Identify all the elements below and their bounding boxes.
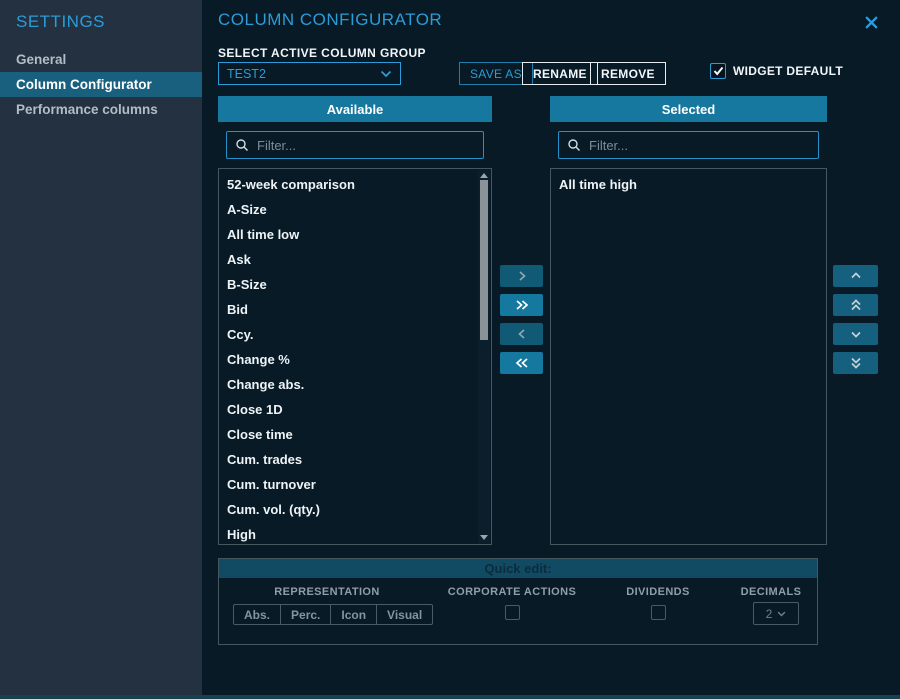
widget-default-group: WIDGET DEFAULT [710,63,843,79]
selected-filter [558,131,819,159]
selected-list: All time high [550,168,827,545]
move-down-button[interactable] [833,323,878,345]
available-list-item[interactable]: Cum. vol. (qty.) [219,497,491,522]
chevron-up-icon [850,271,862,281]
available-list-item[interactable]: B-Size [219,272,491,297]
available-filter [226,131,484,159]
selected-panel-header: Selected [550,96,827,122]
available-list-item[interactable]: High [219,522,491,545]
available-list-item[interactable]: Bid [219,297,491,322]
representation-option[interactable]: Icon [331,605,377,624]
sidebar-item[interactable]: General [0,47,202,72]
quick-edit-header: Quick edit: [219,559,817,578]
selected-filter-input[interactable] [587,137,810,154]
representation-segmented-control: Abs. Perc. Icon Visual [233,604,433,625]
representation-label: REPRESENTATION [219,586,435,598]
sidebar-item[interactable]: Column Configurator [0,72,202,97]
scrollbar-thumb[interactable] [480,180,488,340]
selected-list-item[interactable]: All time high [551,172,826,197]
close-button[interactable] [862,13,880,31]
chevron-left-icon [517,328,527,340]
scroll-down-icon[interactable] [480,535,488,540]
available-list-item[interactable]: 52-week comparison [219,172,491,197]
search-icon [567,138,581,152]
available-list-item[interactable]: A-Size [219,197,491,222]
double-chevron-left-icon [515,357,529,369]
column-configurator-panel: COLUMN CONFIGURATOR SELECT ACTIVE COLUMN… [202,0,900,695]
sidebar-title: SETTINGS [0,0,202,47]
double-chevron-up-icon [850,299,862,311]
active-column-group-label: SELECT ACTIVE COLUMN GROUP [218,46,426,60]
available-filter-input[interactable] [255,137,475,154]
available-list-item[interactable]: Ccy. [219,322,491,347]
quick-edit-section: Quick edit: REPRESENTATION CORPORATE ACT… [218,558,818,645]
representation-option[interactable]: Visual [377,605,432,624]
scroll-up-icon[interactable] [480,173,488,178]
check-icon [713,66,724,76]
chevron-down-icon [850,329,862,339]
rename-button[interactable]: RENAME [522,62,598,85]
available-list-item[interactable]: Change abs. [219,372,491,397]
available-list-item[interactable]: Ask [219,247,491,272]
representation-option[interactable]: Perc. [281,605,331,624]
chevron-down-icon [777,611,786,617]
representation-option[interactable]: Abs. [234,605,281,624]
available-list-item[interactable]: All time low [219,222,491,247]
column-group-select[interactable]: TEST2 [218,62,401,85]
available-list-item[interactable]: Cum. trades [219,447,491,472]
move-bottom-button[interactable] [833,352,878,374]
close-icon [864,15,879,30]
available-panel-header: Available [218,96,492,122]
decimals-value: 2 [766,607,773,621]
available-panel: Available 52-week comparison A-Size All … [218,96,492,545]
available-list-item[interactable]: Change % [219,347,491,372]
decimals-label: DECIMALS [669,586,873,598]
widget-default-label: WIDGET DEFAULT [733,64,843,78]
sidebar-item[interactable]: Performance columns [0,97,202,122]
decimals-select[interactable]: 2 [753,602,799,625]
double-chevron-down-icon [850,357,862,369]
chevron-right-icon [517,270,527,282]
widget-default-checkbox[interactable] [710,63,726,79]
available-list: 52-week comparison A-Size All time low A… [218,168,492,545]
double-chevron-right-icon [515,299,529,311]
move-right-button[interactable] [500,265,543,287]
page-title: COLUMN CONFIGURATOR [218,10,442,30]
sidebar: SETTINGS General Column Configurator Per… [0,0,202,695]
selected-panel: Selected All time high [550,96,827,545]
available-list-item[interactable]: Close 1D [219,397,491,422]
sidebar-item-label: Performance columns [16,102,158,117]
remove-button[interactable]: REMOVE [590,62,666,85]
dividends-checkbox[interactable] [651,605,666,620]
move-left-button[interactable] [500,323,543,345]
sidebar-item-label: Column Configurator [16,77,152,92]
chevron-down-icon [380,70,392,78]
available-list-item[interactable]: Cum. turnover [219,472,491,497]
scrollbar[interactable] [478,170,490,543]
available-list-item[interactable]: Close time [219,422,491,447]
column-group-value: TEST2 [227,67,266,81]
sidebar-nav: General Column Configurator Performance … [0,47,202,122]
move-top-button[interactable] [833,294,878,316]
corporate-actions-checkbox[interactable] [505,605,520,620]
settings-window: SETTINGS General Column Configurator Per… [0,0,900,699]
move-all-right-button[interactable] [500,294,543,316]
move-up-button[interactable] [833,265,878,287]
search-icon [235,138,249,152]
sidebar-item-label: General [16,52,66,67]
move-all-left-button[interactable] [500,352,543,374]
